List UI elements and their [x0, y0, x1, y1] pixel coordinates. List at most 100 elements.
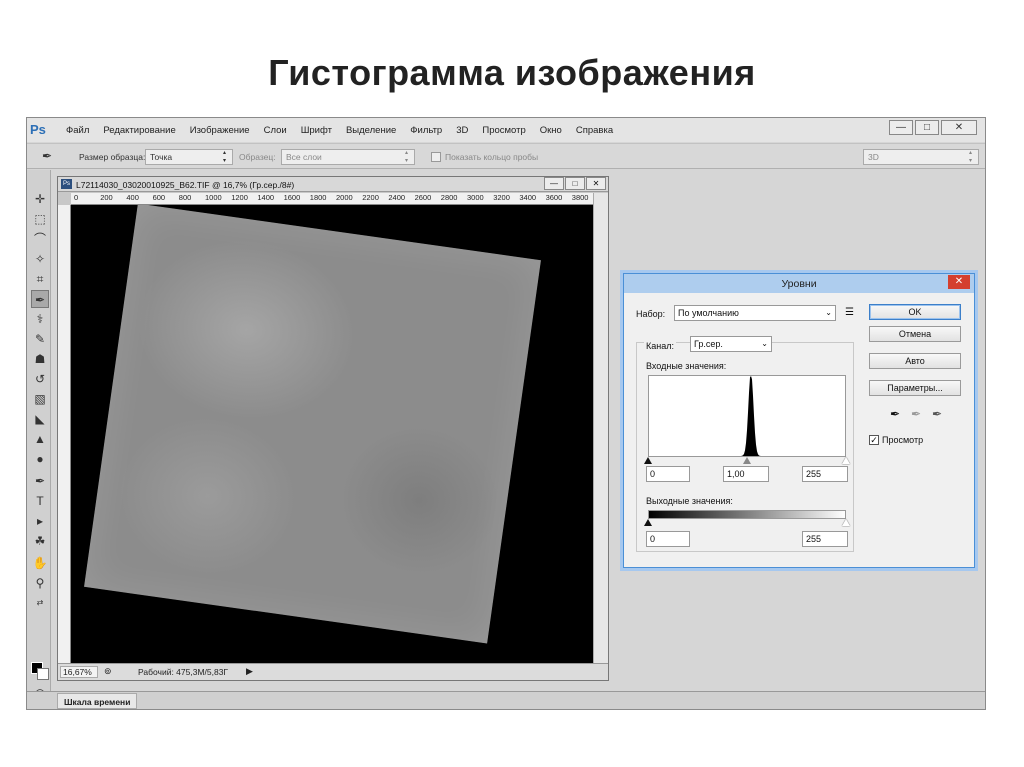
dodge-tool-icon[interactable]: ● [31, 450, 49, 468]
swap-colors-icon[interactable]: ⇄ [31, 594, 49, 612]
vertical-ruler [58, 205, 71, 663]
channel-label: Канал: [644, 341, 676, 351]
preset-options-icon[interactable]: ☰ [845, 307, 854, 318]
close-button[interactable]: ✕ [941, 120, 977, 135]
black-eyedropper-icon[interactable]: ✒ [890, 407, 900, 421]
status-arrow-icon[interactable]: ▶ [246, 666, 253, 677]
sample-size-label: Размер образца: [79, 152, 146, 162]
output-levels-label: Выходные значения: [646, 496, 733, 506]
show-ring-label: Показать кольцо пробы [445, 152, 539, 162]
lasso-tool-icon[interactable]: ⌒ [31, 230, 49, 248]
blur-tool-icon[interactable]: ▲ [31, 430, 49, 448]
ruler-tick: 0 [74, 193, 79, 202]
magic-wand-tool-icon[interactable]: ✧ [31, 250, 49, 268]
restore-button[interactable]: □ [915, 120, 939, 135]
white-eyedropper-icon[interactable]: ✒ [932, 407, 942, 421]
doc-minimize-button[interactable]: — [544, 177, 564, 190]
timeline-tab[interactable]: Шкала времени [57, 693, 138, 709]
status-info-icon[interactable]: ⊚ [104, 666, 112, 677]
input-black-field[interactable]: 0 [646, 466, 690, 482]
menu-select[interactable]: Выделение [339, 125, 403, 136]
input-levels-label: Входные значения: [646, 361, 727, 371]
output-black-handle[interactable] [644, 519, 652, 526]
preset-label: Набор: [636, 309, 666, 319]
menu-file[interactable]: Файл [59, 125, 96, 136]
menu-edit[interactable]: Редактирование [96, 125, 182, 136]
document-title: L72114030_03020010925_B62.TIF @ 16,7% (Г… [76, 180, 295, 190]
sample-size-select[interactable]: Точка [145, 149, 233, 165]
menu-3d[interactable]: 3D [449, 125, 475, 136]
move-tool-icon[interactable]: ✛ [31, 190, 49, 208]
minimize-button[interactable]: — [889, 120, 913, 135]
background-color-swatch[interactable] [37, 668, 49, 680]
show-ring-checkbox[interactable] [431, 152, 441, 162]
ruler-tick: 2400 [388, 193, 406, 202]
ruler-tick: 1200 [231, 193, 248, 202]
gray-eyedropper-icon[interactable]: ✒ [911, 407, 921, 421]
history-brush-tool-icon[interactable]: ↺ [31, 370, 49, 388]
auto-button[interactable]: Авто [869, 353, 961, 369]
eraser-tool-icon[interactable]: ▧ [31, 390, 49, 408]
crop-tool-icon[interactable]: ⌗ [31, 270, 49, 288]
menu-view[interactable]: Просмотр [475, 125, 532, 136]
levels-titlebar: Уровни ✕ [624, 274, 974, 293]
pen-tool-icon[interactable]: ✒ [31, 472, 49, 490]
input-black-handle[interactable] [644, 457, 652, 464]
ruler-tick: 800 [178, 193, 192, 202]
output-black-field[interactable]: 0 [646, 531, 690, 547]
vertical-scrollbar[interactable] [593, 193, 608, 663]
input-white-field[interactable]: 255 [802, 466, 848, 482]
ruler-tick: 3200 [493, 193, 510, 202]
eyedropper-tool-icon[interactable]: ✒ [31, 290, 49, 308]
custom-shape-tool-icon[interactable]: ☘ [31, 532, 49, 550]
ruler-tick: 1600 [283, 193, 301, 202]
zoom-tool-icon[interactable]: ⚲ [31, 574, 49, 592]
menu-image[interactable]: Изображение [183, 125, 257, 136]
levels-close-button[interactable]: ✕ [948, 275, 970, 289]
marquee-tool-icon[interactable]: ⬚ [31, 210, 49, 228]
cancel-button[interactable]: Отмена [869, 326, 961, 342]
channel-select[interactable]: Гр.сер. ⌄ [690, 336, 772, 352]
healing-brush-tool-icon[interactable]: ⚕ [31, 310, 49, 328]
input-white-handle[interactable] [842, 457, 850, 464]
preset-select[interactable]: По умолчанию ⌄ [674, 305, 836, 321]
menu-layers[interactable]: Слои [257, 125, 294, 136]
preview-label: Просмотр [882, 435, 924, 445]
eyedropper-preset-icon[interactable]: ✒ [37, 147, 57, 165]
input-gamma-handle[interactable] [743, 457, 751, 464]
doc-close-button[interactable]: ✕ [586, 177, 606, 190]
timeline-panel: Шкала времени [27, 691, 985, 709]
document-status-bar: 16,67% ⊚ Рабочий: 475,3M/5,83Г ▶ [58, 663, 608, 680]
path-selection-tool-icon[interactable]: ▸ [31, 512, 49, 530]
ok-button[interactable]: OK [869, 304, 961, 320]
menu-help[interactable]: Справка [569, 125, 620, 136]
document-titlebar: Ps L72114030_03020010925_B62.TIF @ 16,7%… [58, 177, 608, 192]
zoom-field[interactable]: 16,67% [60, 666, 98, 678]
preview-checkbox[interactable]: ✓ [869, 435, 879, 445]
paint-bucket-tool-icon[interactable]: ◣ [31, 410, 49, 428]
image-canvas[interactable] [71, 205, 594, 663]
clone-stamp-tool-icon[interactable]: ☗ [31, 350, 49, 368]
doc-restore-button[interactable]: □ [565, 177, 585, 190]
tools-panel: ✛ ⬚ ⌒ ✧ ⌗ ✒ ⚕ ✎ ☗ ↺ ▧ ◣ ▲ ● ✒ T ▸ ☘ ✋ ⚲ … [27, 170, 51, 709]
menu-filter[interactable]: Фильтр [403, 125, 449, 136]
workspace-select[interactable]: 3D [863, 149, 979, 165]
input-gamma-field[interactable]: 1,00 [723, 466, 769, 482]
options-button[interactable]: Параметры... [869, 380, 961, 396]
type-tool-icon[interactable]: T [31, 492, 49, 510]
hand-tool-icon[interactable]: ✋ [31, 554, 49, 572]
output-white-handle[interactable] [842, 519, 850, 526]
ruler-tick: 600 [152, 193, 166, 202]
ruler-tick: 3000 [467, 193, 484, 202]
sample-select[interactable]: Все слои [281, 149, 415, 165]
output-slider[interactable] [644, 519, 850, 527]
input-slider[interactable] [644, 457, 850, 465]
levels-title: Уровни [781, 278, 817, 290]
ruler-tick: 3400 [519, 193, 537, 202]
ruler-tick: 2800 [440, 193, 458, 202]
ruler-tick: 1400 [257, 193, 275, 202]
output-white-field[interactable]: 255 [802, 531, 848, 547]
menu-window[interactable]: Окно [533, 125, 569, 136]
menu-type[interactable]: Шрифт [294, 125, 339, 136]
brush-tool-icon[interactable]: ✎ [31, 330, 49, 348]
